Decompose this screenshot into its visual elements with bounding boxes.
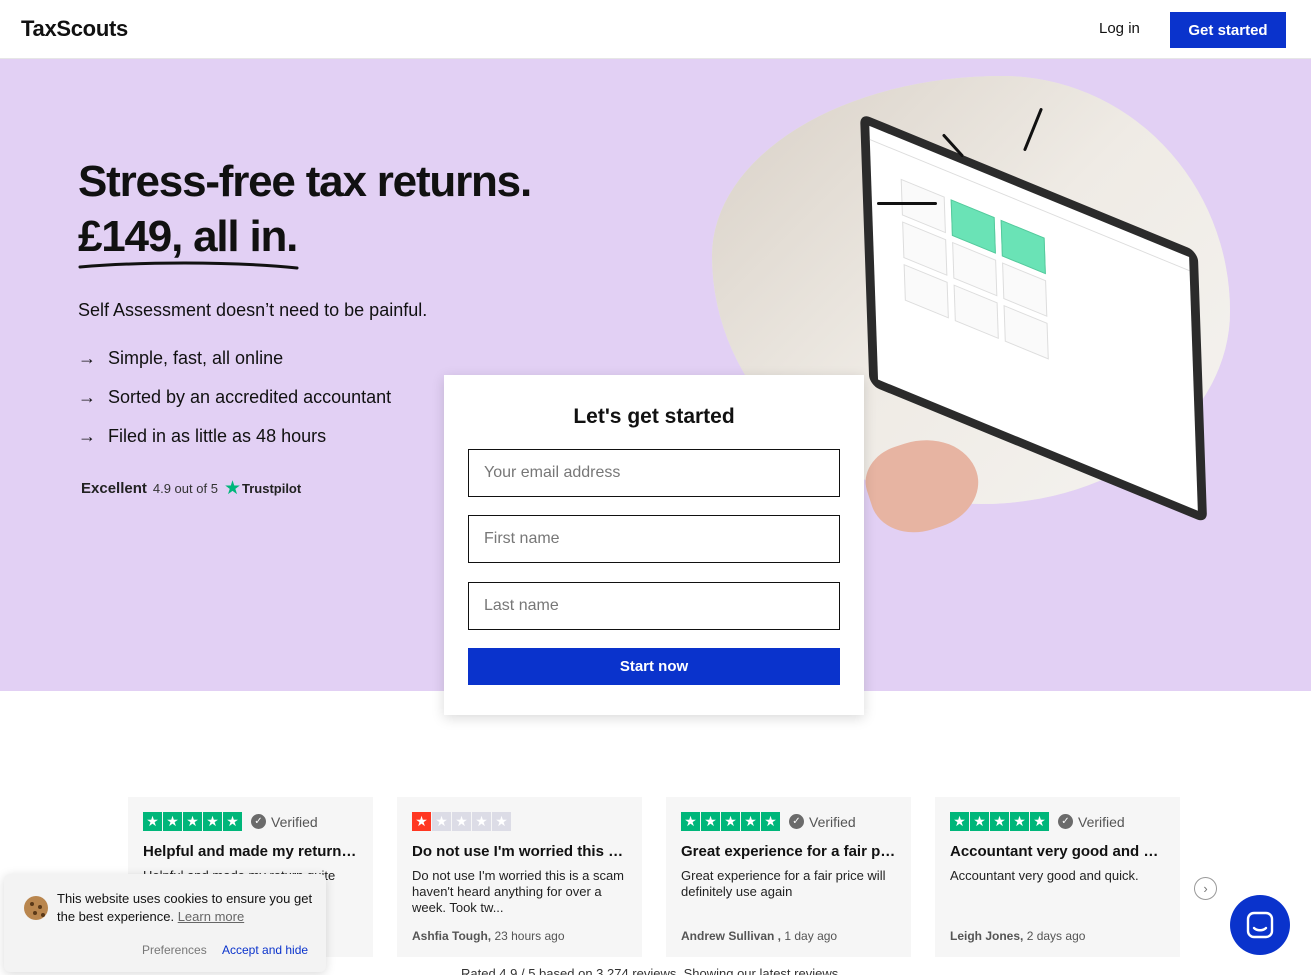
chat-icon bbox=[1246, 911, 1274, 939]
benefit-text: Simple, fast, all online bbox=[108, 348, 284, 368]
last-name-field[interactable] bbox=[468, 582, 840, 630]
star-icon: ★ bbox=[492, 812, 511, 831]
star-icon: ★ bbox=[950, 812, 969, 831]
verified-badge: ✓ Verified bbox=[789, 814, 856, 830]
verified-check-icon: ✓ bbox=[789, 814, 804, 829]
verified-badge: ✓ Verified bbox=[251, 814, 318, 830]
star-icon: ★ bbox=[990, 812, 1009, 831]
headline-line-2: £149, all in. bbox=[78, 212, 298, 261]
review-body: Accountant very good and quick. bbox=[950, 868, 1139, 883]
benefit-text: Sorted by an accredited accountant bbox=[108, 387, 392, 407]
review-title: Accountant very good and qui... bbox=[950, 843, 1165, 860]
cookie-accept-button[interactable]: Accept and hide bbox=[222, 943, 308, 957]
star-icon: ★ bbox=[472, 812, 491, 831]
get-started-button[interactable]: Get started bbox=[1170, 12, 1286, 48]
review-meta: Leigh Jones, 2 days ago bbox=[950, 929, 1085, 943]
review-time: 23 hours ago bbox=[494, 929, 565, 943]
review-body: Great experience for a fair price will d… bbox=[681, 868, 886, 899]
chevron-right-icon[interactable]: › bbox=[1194, 877, 1217, 900]
first-name-field[interactable] bbox=[468, 515, 840, 563]
review-title: Helpful and made my return q... bbox=[143, 843, 358, 860]
star-icon: ★ bbox=[183, 812, 202, 831]
logo[interactable]: TaxScouts bbox=[21, 16, 128, 42]
arrow-right-icon: → bbox=[78, 387, 96, 407]
signup-title: Let's get started bbox=[573, 405, 735, 428]
star-icon: ★ bbox=[681, 812, 700, 831]
cookie-banner: This website uses cookies to ensure you … bbox=[4, 874, 326, 972]
benefit-text: Filed in as little as 48 hours bbox=[108, 426, 327, 446]
headline-underline bbox=[78, 261, 299, 270]
arrow-right-icon: → bbox=[78, 426, 96, 446]
decorative-stroke bbox=[877, 202, 937, 205]
cookie-learn-more-link[interactable]: Learn more bbox=[178, 909, 244, 924]
star-icon: ★ bbox=[701, 812, 720, 831]
benefit-list: → Simple, fast, all online → Sorted by an … bbox=[78, 339, 391, 456]
review-stars: ★ ★ ★ ★ ★ bbox=[412, 812, 627, 831]
review-time: 1 day ago bbox=[784, 929, 838, 943]
benefit-item: → Filed in as little as 48 hours bbox=[78, 417, 391, 456]
star-icon: ★ bbox=[203, 812, 222, 831]
review-card[interactable]: ★ ★ ★ ★ ★ ✓ Verified Accountant very good and… bbox=[935, 797, 1180, 957]
cookie-message: This website uses cookies to ensure you … bbox=[57, 890, 317, 926]
star-icon: ★ bbox=[721, 812, 740, 831]
hero-subtitle: Self Assessment doesn’t need to be painf… bbox=[78, 300, 428, 320]
trustpilot-brand: Trustpilot bbox=[241, 481, 302, 496]
review-title: Great experience for a fair pri... bbox=[681, 843, 896, 860]
signup-card: Let's get started Start now bbox=[444, 375, 864, 715]
star-icon: ★ bbox=[1030, 812, 1049, 831]
trustpilot-rating[interactable]: Excellent 4.9 out of 5 ★ Trustpilot bbox=[81, 477, 301, 500]
trustpilot-score: 4.9 out of 5 bbox=[152, 481, 218, 496]
review-author: Leigh Jones, bbox=[950, 929, 1024, 943]
star-icon: ★ bbox=[163, 812, 182, 831]
star-icon: ★ bbox=[970, 812, 989, 831]
start-now-button[interactable]: Start now bbox=[468, 648, 840, 685]
review-card[interactable]: ★ ★ ★ ★ ★ Do not use I'm worried this is ...… bbox=[397, 797, 642, 957]
email-field[interactable] bbox=[468, 449, 840, 497]
site-header: TaxScouts Log in Get started bbox=[0, 0, 1311, 59]
review-stars: ★ ★ ★ ★ ★ ✓ Verified bbox=[681, 812, 896, 831]
review-author: Andrew Sullivan , bbox=[681, 929, 782, 943]
star-icon: ★ bbox=[432, 812, 451, 831]
star-icon: ★ bbox=[412, 812, 431, 831]
star-icon: ★ bbox=[1010, 812, 1029, 831]
star-icon: ★ bbox=[761, 812, 780, 831]
verified-label: Verified bbox=[271, 813, 318, 830]
star-icon: ★ bbox=[143, 812, 162, 831]
review-body: Do not use I'm worried this is a scam ha… bbox=[412, 868, 624, 915]
benefit-item: → Simple, fast, all online bbox=[78, 339, 391, 378]
verified-check-icon: ✓ bbox=[251, 814, 266, 829]
review-stars: ★ ★ ★ ★ ★ ✓ Verified bbox=[143, 812, 358, 831]
verified-label: Verified bbox=[1078, 813, 1125, 830]
trustpilot-star-icon: ★ bbox=[223, 478, 241, 499]
arrow-right-icon: → bbox=[78, 348, 96, 368]
review-stars: ★ ★ ★ ★ ★ ✓ Verified bbox=[950, 812, 1165, 831]
cookie-preferences-button[interactable]: Preferences bbox=[142, 943, 207, 957]
verified-badge: ✓ Verified bbox=[1058, 814, 1125, 830]
review-title: Do not use I'm worried this is ... bbox=[412, 843, 627, 860]
review-author: Ashfia Tough, bbox=[412, 929, 492, 943]
review-meta: Ashfia Tough, 23 hours ago bbox=[412, 929, 565, 943]
benefit-item: → Sorted by an accredited accountant bbox=[78, 378, 391, 417]
login-link[interactable]: Log in bbox=[1099, 20, 1140, 37]
headline-line-1: Stress-free tax returns. bbox=[78, 157, 532, 206]
review-time: 2 days ago bbox=[1026, 929, 1086, 943]
hero-headline: Stress-free tax returns. £149, all in. bbox=[78, 154, 532, 264]
star-icon: ★ bbox=[741, 812, 760, 831]
verified-label: Verified bbox=[809, 813, 856, 830]
star-icon: ★ bbox=[223, 812, 242, 831]
review-card[interactable]: ★ ★ ★ ★ ★ ✓ Verified Great experience for a f… bbox=[666, 797, 911, 957]
trustpilot-rating-word: Excellent bbox=[81, 480, 147, 497]
review-meta: Andrew Sullivan , 1 day ago bbox=[681, 929, 837, 943]
star-icon: ★ bbox=[452, 812, 471, 831]
reviews-summary: Rated 4.9 / 5 based on 3,274 reviews. Sh… bbox=[461, 966, 842, 975]
cookie-icon bbox=[24, 896, 48, 920]
chat-launcher-button[interactable] bbox=[1230, 895, 1290, 955]
verified-check-icon: ✓ bbox=[1058, 814, 1073, 829]
